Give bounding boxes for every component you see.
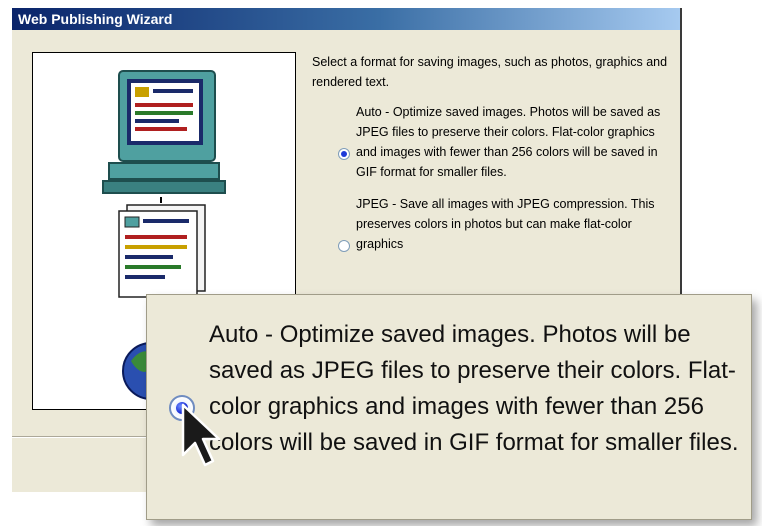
option-auto[interactable]: Auto - Optimize saved images. Photos wil… (312, 102, 672, 182)
monitor-icon (102, 70, 226, 194)
zoom-callout: Auto - Optimize saved images. Photos wil… (146, 294, 752, 520)
radio-auto[interactable] (338, 148, 350, 160)
format-prompt: Select a format for saving images, such … (312, 55, 668, 89)
window-title: Web Publishing Wizard (18, 11, 173, 27)
option-jpeg[interactable]: JPEG - Save all images with JPEG compres… (312, 194, 672, 254)
document-icon (118, 204, 206, 298)
radio-jpeg[interactable] (338, 240, 350, 252)
format-options: Select a format for saving images, such … (312, 52, 672, 266)
callout-text: Auto - Optimize saved images. Photos wil… (209, 321, 739, 456)
option-jpeg-label: JPEG - Save all images with JPEG compres… (356, 197, 655, 251)
title-bar: Web Publishing Wizard (12, 8, 680, 30)
option-auto-label: Auto - Optimize saved images. Photos wil… (356, 105, 661, 179)
pointer-cursor-icon (181, 403, 221, 467)
